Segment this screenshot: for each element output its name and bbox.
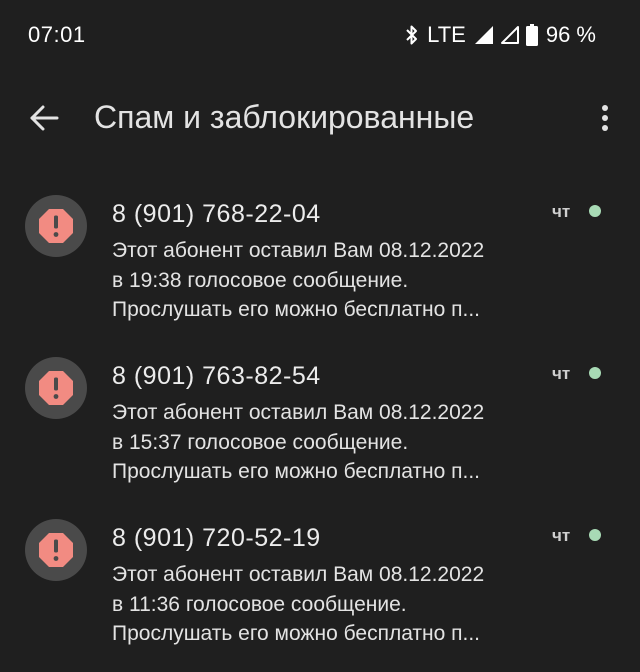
signal-icon-2 bbox=[500, 25, 520, 45]
network-type: LTE bbox=[427, 22, 466, 47]
unread-indicator bbox=[589, 205, 601, 217]
message-preview: Этот абонент оставил Вам 08.12.2022 в 11… bbox=[112, 560, 542, 649]
sender-name: 8 (901) 720-52-19 bbox=[112, 524, 321, 552]
battery-percent: 96 % bbox=[545, 22, 596, 47]
preview-line: Этот абонент оставил Вам 08.12.2022 bbox=[112, 401, 485, 424]
spam-warning-icon bbox=[39, 209, 73, 243]
preview-line: Этот абонент оставил Вам 08.12.2022 bbox=[112, 563, 485, 586]
more-vert-icon bbox=[601, 104, 609, 137]
message-preview: Этот абонент оставил Вам 08.12.2022 в 19… bbox=[112, 236, 542, 325]
preview-line: Прослушать его можно бесплатно п... bbox=[112, 460, 481, 483]
spam-warning-icon bbox=[39, 371, 73, 405]
preview-line: Этот абонент оставил Вам 08.12.2022 bbox=[112, 239, 485, 262]
preview-line: Прослушать его можно бесплатно п... bbox=[112, 298, 481, 321]
sender-name: 8 (901) 768-22-04 bbox=[112, 200, 321, 228]
arrow-back-icon bbox=[29, 105, 59, 136]
message-time: чт bbox=[552, 364, 571, 383]
message-time: чт bbox=[552, 202, 571, 221]
sender-name: 8 (901) 763-82-54 bbox=[112, 362, 321, 390]
avatar bbox=[25, 195, 87, 257]
signal-icon bbox=[474, 25, 494, 45]
conversation-item[interactable]: 8 (901) 720-52-19 Этот абонент оставил В… bbox=[0, 510, 640, 672]
preview-line: в 19:38 голосовое сообщение. bbox=[112, 268, 409, 292]
status-bar: 07:01 LTE 96 % bbox=[0, 0, 640, 70]
conversation-item[interactable]: 8 (901) 768-22-04 Этот абонент оставил В… bbox=[0, 186, 640, 348]
unread-indicator bbox=[589, 367, 601, 379]
message-time: чт bbox=[552, 526, 571, 545]
status-time: 07:01 bbox=[28, 22, 86, 47]
preview-line: в 11:36 голосовое сообщение. bbox=[112, 592, 407, 616]
more-options-button[interactable] bbox=[590, 102, 620, 138]
status-icons: LTE 96 % bbox=[405, 22, 596, 48]
page-title: Спам и заблокированные bbox=[94, 99, 475, 135]
preview-line: Прослушать его можно бесплатно п... bbox=[112, 622, 481, 645]
app-bar: Спам и заблокированные bbox=[0, 88, 640, 152]
bluetooth-icon bbox=[405, 24, 419, 46]
unread-indicator bbox=[589, 529, 601, 541]
battery-icon bbox=[525, 24, 538, 46]
conversation-list: 8 (901) 768-22-04 Этот абонент оставил В… bbox=[0, 186, 640, 672]
spam-warning-icon bbox=[39, 533, 73, 567]
message-preview: Этот абонент оставил Вам 08.12.2022 в 15… bbox=[112, 398, 542, 487]
avatar bbox=[25, 357, 87, 419]
back-button[interactable] bbox=[24, 102, 64, 138]
preview-line: в 15:37 голосовое сообщение. bbox=[112, 430, 409, 454]
conversation-item[interactable]: 8 (901) 763-82-54 Этот абонент оставил В… bbox=[0, 348, 640, 510]
avatar bbox=[25, 519, 87, 581]
